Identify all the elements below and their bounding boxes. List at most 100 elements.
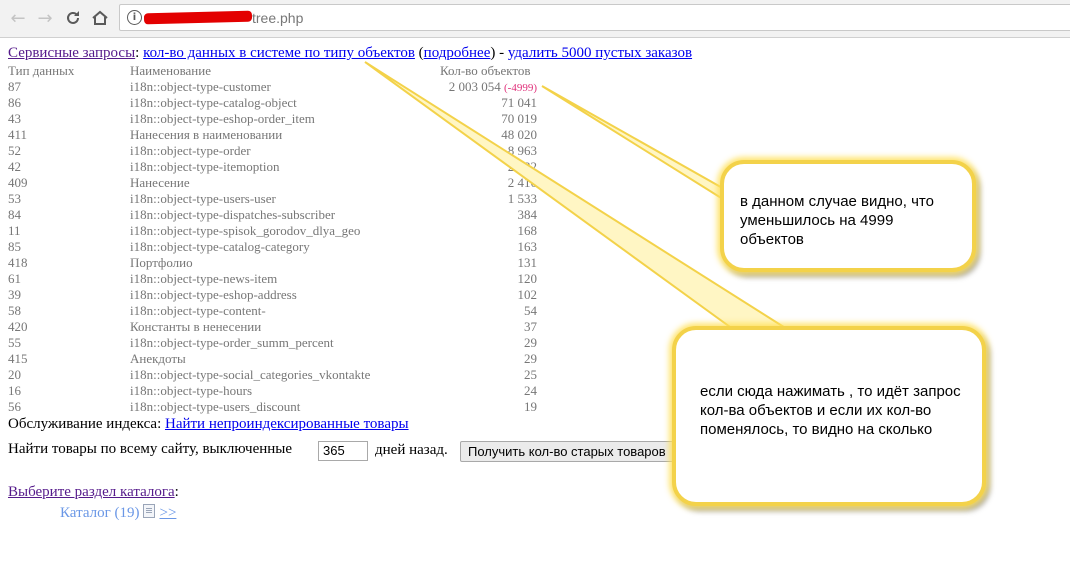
row-name: i18n::object-type-order (130, 143, 251, 158)
row-count: 19 (524, 399, 537, 414)
row-count: 48 020 (501, 127, 537, 142)
row-name: i18n::object-type-itemoption (130, 159, 280, 174)
header-count: Кол-во объектов (440, 63, 531, 78)
table-row: 52 i18n::object-type-order 8 963 (0, 143, 540, 159)
row-count: 25 (524, 367, 537, 382)
info-icon[interactable]: i (127, 10, 142, 25)
row-name: i18n::object-type-eshop-order_item (130, 111, 315, 126)
catalog-item-label[interactable]: Каталог (19) (60, 505, 139, 521)
find-unindexed-link[interactable]: Найти непроиндексированные товары (165, 416, 409, 432)
table-row: 58 i18n::object-type-content- 54 (0, 303, 540, 319)
row-type: 84 (8, 207, 21, 222)
row-type: 11 (8, 223, 21, 238)
get-old-goods-count-button[interactable]: Получить кол-во старых товаров (460, 441, 690, 462)
catalog-select-line: Выберите раздел каталога: (8, 484, 179, 501)
row-count: 163 (517, 239, 538, 254)
close-paren-dash: ) - (490, 45, 505, 61)
row-count: 1 533 (507, 191, 537, 206)
row-count: 131 (517, 255, 538, 270)
row-type: 53 (8, 191, 21, 206)
forward-icon[interactable]: → (34, 7, 56, 29)
table-row: 56 i18n::object-type-users_discount 19 (0, 399, 540, 415)
find-disabled-goods-label: Найти товары по всему сайту, выключенные (8, 441, 293, 457)
catalog-colon: : (174, 484, 179, 500)
row-name: i18n::object-type-spisok_gorodov_dlya_ge… (130, 223, 361, 238)
table-row: 418 Портфолио 131 (0, 255, 540, 271)
address-bar[interactable]: i tree.php (119, 4, 1070, 31)
annotation-bubble-click-hint: если сюда нажимать , то идёт запрос кол-… (672, 326, 986, 506)
row-count: 2 416 (507, 175, 537, 190)
row-name: i18n::object-type-customer (130, 79, 271, 94)
row-type: 61 (8, 271, 21, 286)
row-type: 20 (8, 367, 21, 382)
row-name: i18n::object-type-users-user (130, 191, 276, 206)
catalog-expand-link[interactable]: >> (159, 505, 176, 521)
row-name: i18n::object-type-social_categories_vkon… (130, 367, 371, 382)
row-type: 42 (8, 159, 21, 174)
table-row: 85 i18n::object-type-catalog-category 163 (0, 239, 540, 255)
row-count: 54 (524, 303, 537, 318)
row-type: 415 (8, 351, 28, 366)
table-row: 411 Нанесения в наименовании 48 020 (0, 127, 540, 143)
select-catalog-section-link[interactable]: Выберите раздел каталога (8, 484, 175, 500)
row-type: 55 (8, 335, 21, 350)
url-text: tree.php (252, 10, 304, 26)
row-type: 86 (8, 95, 21, 110)
url-redaction (143, 10, 253, 25)
row-count: 29 (524, 335, 537, 350)
row-type: 39 (8, 287, 21, 302)
row-type: 418 (8, 255, 28, 270)
table-row: 20 i18n::object-type-social_categories_vk… (0, 367, 540, 383)
table-row: 53 i18n::object-type-users-user 1 533 (0, 191, 540, 207)
table-row: 415 Анекдоты 29 (0, 351, 540, 367)
home-icon[interactable] (89, 7, 111, 29)
header-type: Тип данных (8, 63, 75, 78)
table-row: 87 i18n::object-type-customer 2 003 054 … (0, 79, 540, 95)
row-type: 56 (8, 399, 21, 414)
callout-pointer-delta (541, 85, 737, 209)
table-row: 16 i18n::object-type-hours 24 (0, 383, 540, 399)
row-type: 52 (8, 143, 21, 158)
row-name: i18n::object-type-hours (130, 383, 253, 398)
row-name: Портфолио (130, 255, 193, 270)
index-maintenance-label: Обслуживание индекса: (8, 416, 162, 432)
table-row: 55 i18n::object-type-order_summ_percent 29 (0, 335, 540, 351)
row-type: 87 (8, 79, 21, 94)
row-type: 409 (8, 175, 28, 190)
row-name: Константы в ненесении (130, 319, 262, 334)
delete-empty-orders-link[interactable]: удалить 5000 пустых заказов (508, 45, 692, 61)
row-count: 29 (524, 351, 537, 366)
details-link[interactable]: подробнее (424, 45, 491, 61)
row-name: i18n::object-type-content- (130, 303, 266, 318)
service-queries-link[interactable]: Сервисные запросы (8, 45, 135, 61)
row-count: 24 (524, 383, 537, 398)
row-type: 420 (8, 319, 28, 334)
row-name: i18n::object-type-eshop-address (130, 287, 297, 302)
row-count: 70 019 (501, 111, 537, 126)
row-type: 58 (8, 303, 21, 318)
table-row: 11 i18n::object-type-spisok_gorodov_dlya_… (0, 223, 540, 239)
row-count: 384 (517, 207, 538, 222)
table-row: 43 i18n::object-type-eshop-order_item 70 0… (0, 111, 540, 127)
row-count: 120 (517, 271, 538, 286)
row-count: 168 (517, 223, 538, 238)
row-name: i18n::object-type-catalog-object (130, 95, 297, 110)
object-count-link[interactable]: кол-во данных в системе по типу объектов (143, 45, 415, 61)
table-row: 86 i18n::object-type-catalog-object 71 041 (0, 95, 540, 111)
row-count: 2 003 054 (-4999) (449, 79, 537, 95)
row-name: Анекдоты (130, 351, 186, 366)
days-ago-label: дней назад. (375, 442, 448, 458)
row-name: i18n::object-type-catalog-category (130, 239, 310, 254)
document-icon[interactable] (143, 504, 156, 518)
row-name: i18n::object-type-news-item (130, 271, 278, 286)
browser-toolbar: ← → i tree.php (0, 0, 1070, 38)
row-name: Нанесение (130, 175, 190, 190)
reload-icon[interactable] (62, 7, 84, 29)
back-icon[interactable]: ← (7, 7, 29, 29)
row-type: 85 (8, 239, 21, 254)
catalog-item: Каталог (19) >> (60, 504, 176, 522)
days-input[interactable]: 365 (318, 441, 368, 461)
row-count: 102 (517, 287, 538, 302)
table-row: 39 i18n::object-type-eshop-address 102 (0, 287, 540, 303)
row-name: i18n::object-type-order_summ_percent (130, 335, 334, 350)
